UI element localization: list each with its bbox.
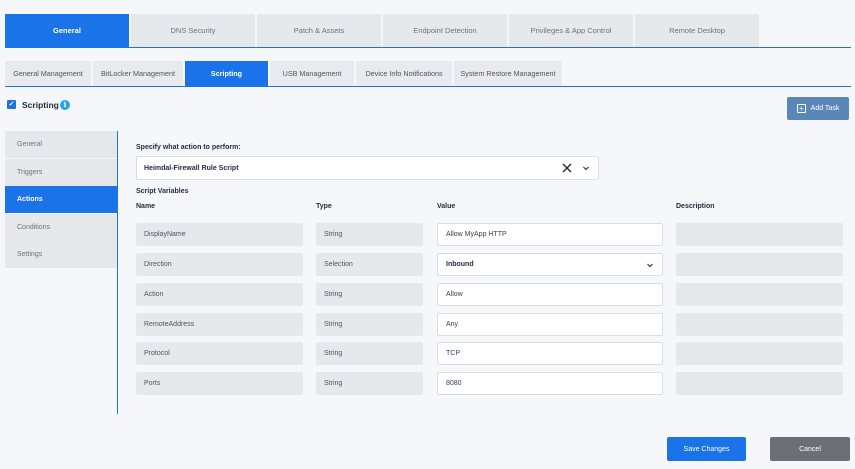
- variable-description: [676, 253, 843, 276]
- side-item-actions[interactable]: Actions: [5, 186, 117, 213]
- save-changes-button[interactable]: Save Changes: [667, 437, 746, 461]
- column-header-description: Description: [676, 203, 715, 210]
- subtab-bitlocker-management[interactable]: BitLocker Management: [93, 61, 183, 86]
- action-label: Specify what action to perform:: [136, 144, 241, 151]
- variable-value-input[interactable]: Allow MyApp HTTP: [437, 223, 663, 246]
- scripting-checkbox[interactable]: ✓: [7, 100, 16, 109]
- subtab-system-restore-management[interactable]: System Restore Management: [454, 61, 562, 86]
- variable-name: RemoteAddress: [136, 313, 303, 336]
- variable-description: [676, 372, 843, 395]
- top-tabs-divider: [5, 47, 851, 48]
- cancel-button[interactable]: Cancel: [770, 437, 850, 461]
- info-icon[interactable]: i: [60, 100, 70, 110]
- variable-name: Action: [136, 283, 303, 306]
- variable-name: Direction: [136, 253, 303, 276]
- add-task-label: Add Task: [810, 105, 840, 112]
- variable-description: [676, 283, 843, 306]
- tab-general[interactable]: General: [5, 14, 129, 47]
- side-item-triggers[interactable]: Triggers: [5, 159, 117, 186]
- subtab-general-management[interactable]: General Management: [5, 61, 91, 86]
- variable-name: Ports: [136, 372, 303, 395]
- subtab-device-info-notifications[interactable]: Device Info Notifications: [356, 61, 452, 86]
- tab-remote-desktop[interactable]: Remote Desktop: [635, 14, 759, 47]
- action-select[interactable]: Heimdal-Firewall Rule Script: [136, 156, 599, 180]
- chevron-down-icon[interactable]: [582, 164, 590, 172]
- side-menu-divider: [117, 131, 118, 414]
- variable-type: String: [316, 283, 423, 306]
- variable-type: Selection: [316, 253, 423, 276]
- subtab-scripting[interactable]: Scripting: [185, 61, 268, 86]
- tab-patch-assets[interactable]: Patch & Assets: [257, 14, 381, 47]
- variable-type: String: [316, 223, 423, 246]
- variable-value-input[interactable]: TCP: [437, 342, 663, 365]
- variable-type: String: [316, 313, 423, 336]
- chevron-down-icon: [647, 263, 653, 268]
- tab-privileges-app-control[interactable]: Privileges & App Control: [509, 14, 633, 47]
- sub-tabs-divider: [5, 86, 851, 87]
- side-item-general[interactable]: General: [5, 131, 117, 158]
- variable-description: [676, 313, 843, 336]
- column-header-type: Type: [316, 203, 332, 210]
- section-title: Scripting: [22, 100, 59, 110]
- variable-value-input[interactable]: Allow: [437, 283, 663, 306]
- variable-name: DisplayName: [136, 223, 303, 246]
- add-task-button[interactable]: + Add Task: [787, 97, 849, 120]
- clear-icon[interactable]: [561, 162, 573, 174]
- variable-type: String: [316, 372, 423, 395]
- column-header-name: Name: [136, 203, 156, 210]
- subtab-usb-management[interactable]: USB Management: [270, 61, 354, 86]
- side-item-settings[interactable]: Settings: [5, 241, 117, 268]
- variable-value-input[interactable]: 8080: [437, 372, 663, 395]
- action-select-value: Heimdal-Firewall Rule Script: [144, 165, 239, 172]
- script-variables-label: Script Variables: [136, 188, 189, 195]
- column-header-value: Value: [437, 203, 456, 210]
- add-icon: +: [796, 104, 806, 113]
- side-item-conditions[interactable]: Conditions: [5, 214, 117, 241]
- variable-value-input[interactable]: Any: [437, 313, 663, 336]
- variable-value-select-text: Inbound: [446, 261, 474, 268]
- variable-type: String: [316, 342, 423, 365]
- variable-value-select[interactable]: Inbound: [437, 253, 663, 276]
- tab-endpoint-detection[interactable]: Endpoint Detection: [383, 14, 507, 47]
- variable-name: Protocol: [136, 342, 303, 365]
- tab-dns-security[interactable]: DNS Security: [131, 14, 255, 47]
- variable-description: [676, 342, 843, 365]
- variable-description: [676, 223, 843, 246]
